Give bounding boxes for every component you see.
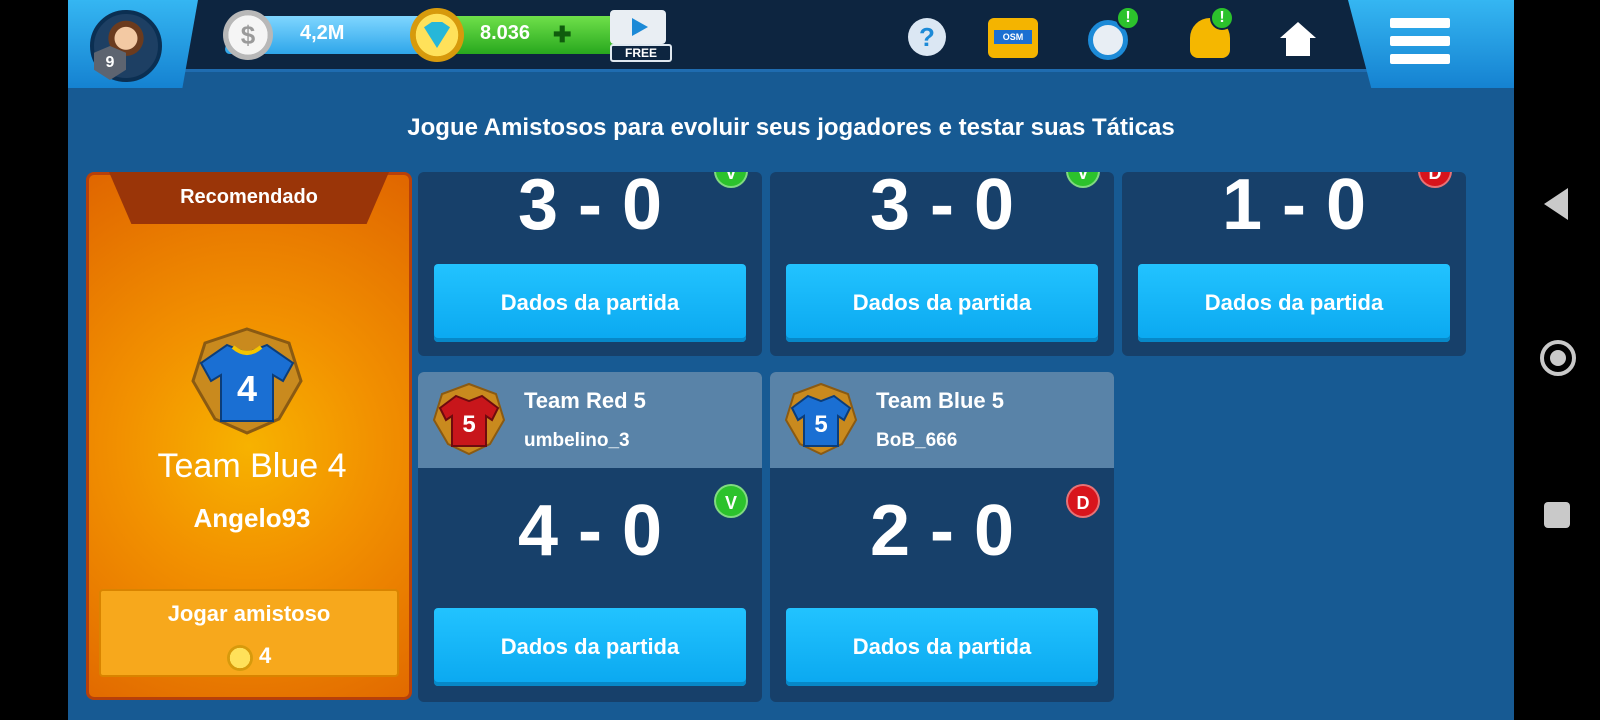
gems-value: 8.036	[480, 22, 531, 44]
gem-icon	[410, 8, 464, 62]
match-card: 5 Team Blue 5 BoB_666 D 2 - 0 Dados da p…	[770, 372, 1114, 702]
recommended-user-name: Angelo93	[193, 503, 311, 533]
team-name: Team Blue 5	[876, 388, 1004, 413]
match-header: 5 Team Red 5 umbelino_3	[418, 372, 762, 468]
play-friendly-label: Jogar amistoso	[167, 601, 331, 626]
help-icon[interactable]: ?	[908, 18, 946, 56]
add-gems-icon[interactable]: ✚	[553, 22, 571, 48]
team-name: Team Red 5	[524, 388, 646, 413]
match-card: D 1 - 0 Dados da partida	[1122, 172, 1466, 356]
nav-home-icon[interactable]	[1540, 340, 1576, 376]
match-card: 5 Team Red 5 umbelino_3 V 4 - 0 Dados da…	[418, 372, 762, 702]
gem-icon	[227, 645, 253, 671]
stopwatch-alert-badge: !	[1116, 6, 1140, 30]
top-bar: 9 $ 4,2M 8.036 ✚ FREE ? OSM ! !	[68, 0, 1514, 88]
shirt-number: 4	[237, 368, 257, 409]
free-label: FREE	[610, 44, 672, 62]
match-details-button[interactable]: Dados da partida	[434, 608, 746, 686]
page-subtitle: Jogue Amistosos para evoluir seus jogado…	[407, 114, 1175, 141]
match-score: 4 - 0	[517, 491, 663, 571]
match-score: 3 - 0	[869, 172, 1015, 245]
team-user: BoB_666	[876, 430, 958, 451]
play-cost: 4	[259, 643, 272, 668]
match-card: V 3 - 0 Dados da partida	[418, 172, 762, 356]
shirt-number: 5	[814, 411, 827, 438]
match-details-button[interactable]: Dados da partida	[434, 264, 746, 342]
free-video-button[interactable]: FREE	[610, 10, 676, 62]
team-user: umbelino_3	[524, 430, 630, 451]
match-score: 3 - 0	[517, 172, 663, 245]
home-icon[interactable]	[1280, 22, 1316, 56]
video-icon	[610, 10, 666, 44]
osm-shop-icon[interactable]: OSM	[988, 18, 1038, 58]
screen: 9 $ 4,2M 8.036 ✚ FREE ? OSM ! ! Jogue Am…	[0, 0, 1600, 720]
match-details-button[interactable]: Dados da partida	[786, 264, 1098, 342]
back-icon[interactable]	[1544, 188, 1568, 220]
friendlies-screen: 9 $ 4,2M 8.036 ✚ FREE ? OSM ! ! Jogue Am…	[68, 0, 1514, 720]
coins-value: 4,2M	[300, 22, 345, 44]
bell-alert-badge: !	[1210, 6, 1234, 30]
recommended-card: Recomendado 4 Team Blue 4 Angelo93 Jogar…	[86, 172, 412, 700]
match-details-button[interactable]: Dados da partida	[1138, 264, 1450, 342]
play-friendly-button[interactable]: Jogar amistoso 4	[99, 589, 399, 677]
team-shirt-icon: 4	[191, 327, 303, 435]
match-card: V 3 - 0 Dados da partida	[770, 172, 1114, 356]
recommended-team-name: Team Blue 4	[157, 447, 347, 485]
shirt-number: 5	[462, 411, 475, 438]
android-nav-bar	[1514, 0, 1600, 720]
osm-label: OSM	[994, 30, 1032, 44]
recents-icon[interactable]	[1544, 502, 1570, 528]
recommended-header: Recomendado	[109, 172, 389, 224]
match-header: 5 Team Blue 5 BoB_666	[770, 372, 1114, 468]
match-score: 2 - 0	[869, 491, 1015, 571]
match-score: 1 - 0	[1221, 172, 1367, 245]
coin-icon: $	[223, 10, 273, 60]
menu-icon[interactable]	[1390, 18, 1450, 64]
match-details-button[interactable]: Dados da partida	[786, 608, 1098, 686]
team-shirt-icon: 5	[784, 382, 858, 456]
team-shirt-icon: 5	[432, 382, 506, 456]
